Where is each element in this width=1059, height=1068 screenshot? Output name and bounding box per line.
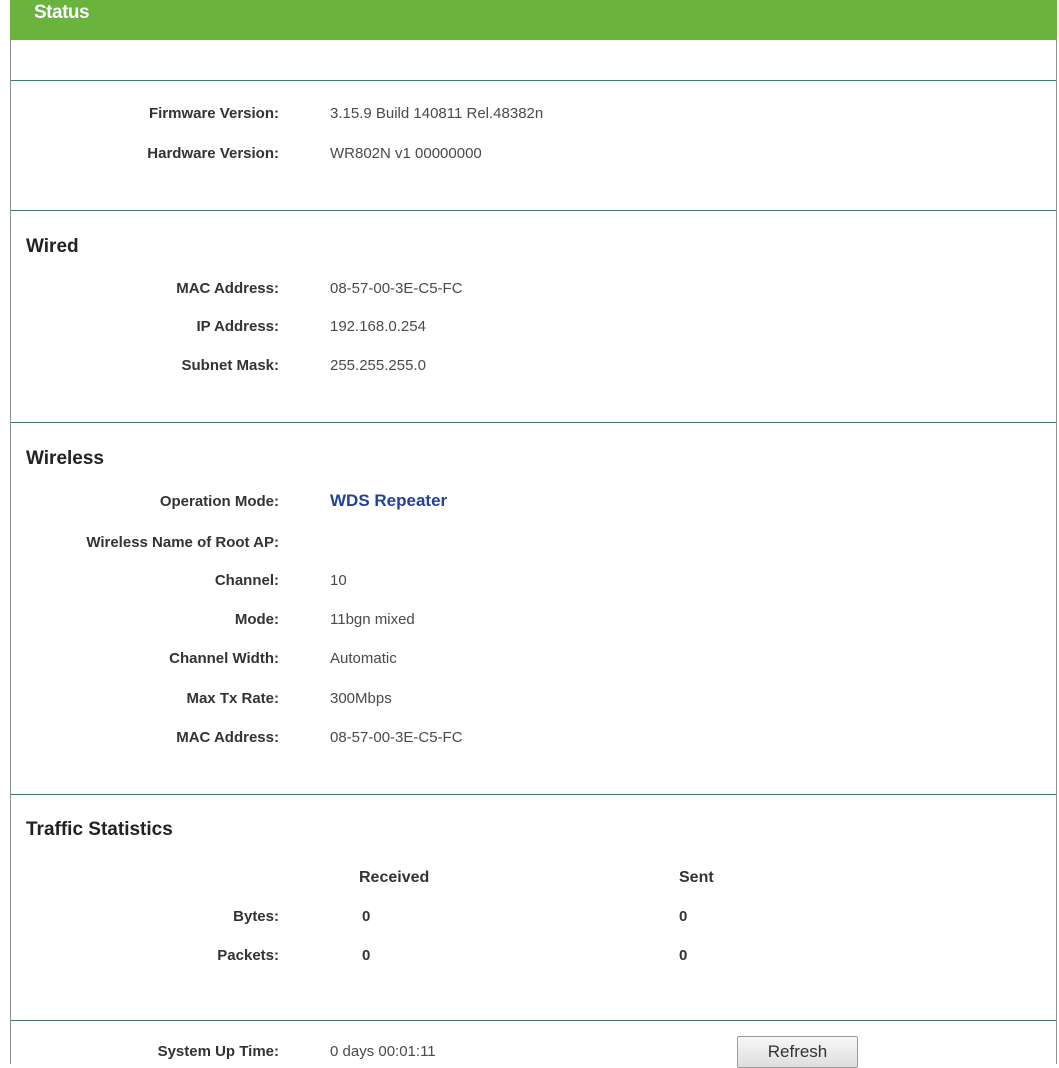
- bytes-sent-value: 0: [679, 908, 688, 925]
- max-tx-rate-value: 300Mbps: [330, 690, 392, 707]
- status-header-bar: Status: [10, 0, 1057, 40]
- wired-section-title: Wired: [26, 236, 79, 257]
- divider: [11, 422, 1056, 423]
- channel-value: 10: [330, 572, 347, 589]
- wired-ip-label: IP Address:: [196, 318, 279, 335]
- divider: [11, 210, 1056, 211]
- channel-width-value: Automatic: [330, 650, 397, 667]
- page-title: Status: [34, 2, 90, 23]
- divider: [11, 80, 1056, 81]
- wired-mac-value: 08-57-00-3E-C5-FC: [330, 280, 463, 297]
- firmware-version-value: 3.15.9 Build 140811 Rel.48382n: [330, 105, 544, 122]
- max-tx-rate-label: Max Tx Rate:: [186, 690, 279, 707]
- system-up-time-value: 0 days 00:01:11: [330, 1043, 436, 1060]
- hardware-version-label: Hardware Version:: [147, 145, 279, 162]
- sent-column-header: Sent: [679, 869, 714, 886]
- operation-mode-label: Operation Mode:: [159, 493, 279, 510]
- packets-received-value: 0: [362, 947, 371, 964]
- wireless-mac-label: MAC Address:: [176, 729, 279, 746]
- system-up-time-label: System Up Time:: [157, 1043, 279, 1060]
- subnet-mask-label: Subnet Mask:: [181, 357, 279, 374]
- subnet-mask-value: 255.255.255.0: [330, 357, 426, 374]
- received-column-header: Received: [359, 869, 430, 886]
- bytes-label: Bytes:: [233, 908, 279, 925]
- operation-mode-link[interactable]: WDS Repeater: [330, 491, 447, 511]
- root-ap-name-label: Wireless Name of Root AP:: [86, 534, 279, 551]
- wireless-section-title: Wireless: [26, 448, 104, 469]
- packets-label: Packets:: [217, 947, 279, 964]
- hardware-version-value: WR802N v1 00000000: [330, 145, 482, 162]
- channel-label: Channel:: [214, 572, 279, 589]
- packets-sent-value: 0: [679, 947, 688, 964]
- firmware-version-label: Firmware Version:: [148, 105, 279, 122]
- divider: [11, 794, 1056, 795]
- wired-mac-label: MAC Address:: [176, 280, 279, 297]
- channel-width-label: Channel Width:: [169, 650, 279, 667]
- traffic-statistics-title: Traffic Statistics: [26, 819, 173, 840]
- mode-value: 11bgn mixed: [330, 611, 415, 628]
- wireless-mac-value: 08-57-00-3E-C5-FC: [330, 729, 463, 746]
- bytes-received-value: 0: [362, 908, 371, 925]
- refresh-button[interactable]: Refresh: [737, 1036, 858, 1068]
- mode-label: Mode:: [234, 611, 279, 628]
- divider: [11, 1020, 1056, 1021]
- wired-ip-value: 192.168.0.254: [330, 318, 426, 335]
